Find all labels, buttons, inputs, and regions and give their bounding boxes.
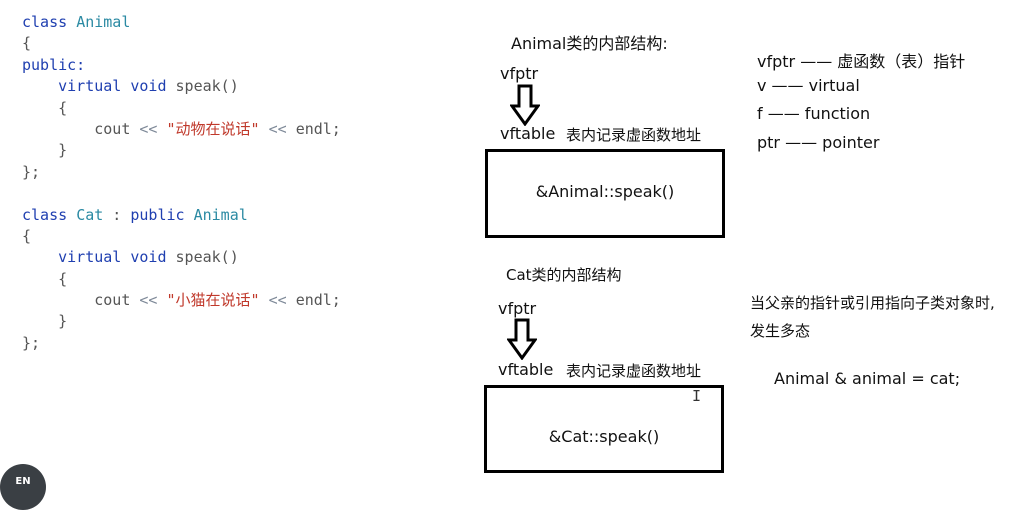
legend-f: f —— function <box>757 104 871 123</box>
code-line: { <box>22 33 341 54</box>
code-token: virtual void <box>22 77 176 96</box>
language-badge-label: EN <box>15 476 31 487</box>
code-token: speak() <box>175 77 239 96</box>
animal-vftable-desc: 表内记录虚函数地址 <box>566 126 702 144</box>
cat-vftable-desc: 表内记录虚函数地址 <box>566 362 702 380</box>
cat-vftable-entry: &Cat::speak() <box>548 427 660 446</box>
legend-ptr: ptr —— pointer <box>757 133 880 152</box>
code-line: } <box>22 140 341 161</box>
code-line: cout << "小猫在说话" << endl; <box>22 290 341 311</box>
animal-vfptr-label: vfptr <box>500 64 539 83</box>
code-token: virtual void <box>22 248 176 267</box>
cat-vftable-box: &Cat::speak() <box>484 385 724 473</box>
code-token: }; <box>22 162 41 181</box>
code-token: endl; <box>295 119 341 138</box>
legend-vfptr: vfptr —— 虚函数（表）指针 <box>757 52 966 71</box>
code-token: } <box>22 312 68 331</box>
code-token: class <box>22 205 77 224</box>
code-token: cout <box>22 291 140 310</box>
code-line: virtual void speak() <box>22 247 341 268</box>
code-line: public: <box>22 55 341 76</box>
code-token: : <box>103 205 131 224</box>
legend-v: v —— virtual <box>757 76 860 95</box>
code-line: { <box>22 269 341 290</box>
code-token: class <box>22 13 77 31</box>
code-listing: class Animal{public: virtual void speak(… <box>22 12 341 354</box>
code-token: << <box>139 291 167 310</box>
code-line: }; <box>22 333 341 354</box>
code-token: } <box>22 141 68 160</box>
code-token: public <box>130 205 194 224</box>
animal-vftable-box: &Animal::speak() <box>485 149 725 238</box>
code-line: }; <box>22 162 341 183</box>
code-token: endl; <box>295 291 341 310</box>
code-token: << <box>259 119 296 138</box>
cat-vfptr-label: vfptr <box>498 299 537 318</box>
code-token: }; <box>22 333 41 352</box>
code-token: Animal <box>76 13 131 31</box>
code-line: { <box>22 98 341 119</box>
code-token: { <box>22 269 68 288</box>
animal-vftable-entry: &Animal::speak() <box>535 182 675 201</box>
code-line: virtual void speak() <box>22 76 341 97</box>
code-line: class Cat : public Animal <box>22 205 341 226</box>
code-token: << <box>139 119 167 138</box>
animal-vftable-label: vftable <box>500 124 556 143</box>
code-token: speak() <box>175 248 239 267</box>
code-line: } <box>22 311 341 332</box>
code-token: "动物在说话" <box>166 119 260 138</box>
code-token: cout <box>22 119 140 138</box>
language-badge[interactable]: EN <box>0 464 46 510</box>
code-line: { <box>22 226 341 247</box>
cat-vftable-label: vftable <box>498 360 554 379</box>
code-line: cout << "动物在说话" << endl; <box>22 119 341 140</box>
code-token: Cat <box>76 205 104 224</box>
code-token: { <box>22 98 68 117</box>
animal-structure-title: Animal类的内部结构: <box>511 34 668 53</box>
polymorphism-note-line2: 发生多态 <box>750 322 811 340</box>
polymorphism-example: Animal & animal = cat; <box>774 369 961 388</box>
code-token: Animal <box>193 205 248 224</box>
cat-down-arrow-icon <box>507 318 537 360</box>
code-token: "小猫在说话" <box>166 291 260 310</box>
polymorphism-note-line1: 当父亲的指针或引用指向子类对象时, <box>750 294 995 312</box>
code-token: { <box>22 34 32 53</box>
code-token: { <box>22 226 32 245</box>
cat-structure-title: Cat类的内部结构 <box>506 266 622 284</box>
text-cursor-icon: I <box>692 387 702 405</box>
animal-down-arrow-icon <box>510 84 540 126</box>
code-token: public: <box>22 55 86 74</box>
code-line: class Animal <box>22 12 341 33</box>
code-token: << <box>259 291 296 310</box>
